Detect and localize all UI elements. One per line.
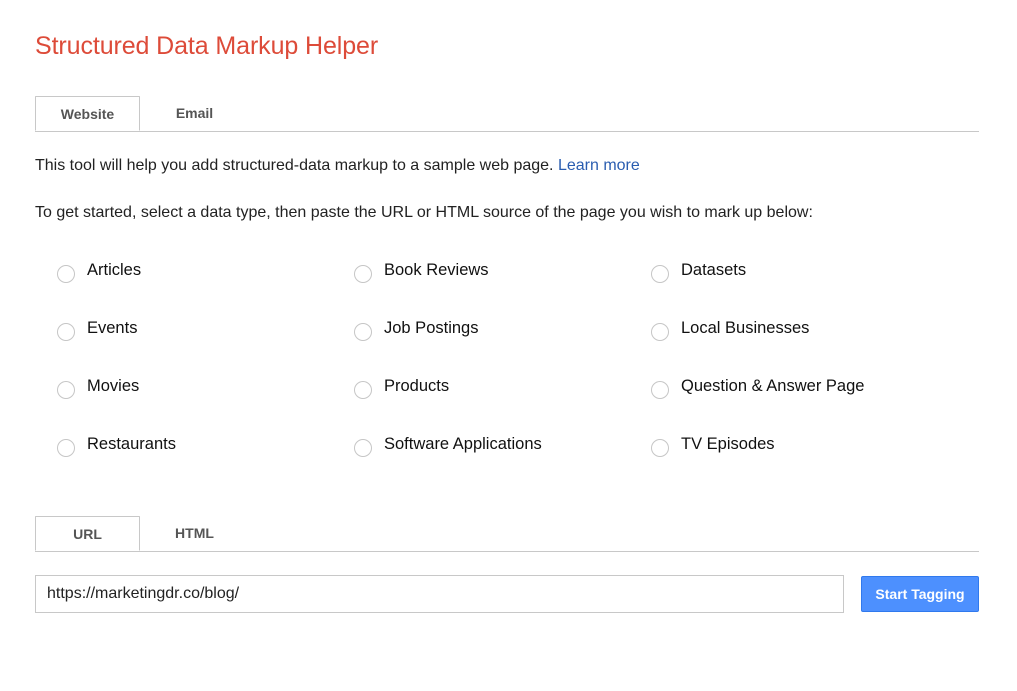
radio-button[interactable] [651, 381, 669, 399]
radio-label: Products [384, 377, 450, 395]
radio-button[interactable] [354, 323, 372, 341]
radio-label: Movies [87, 377, 140, 395]
radio-option-articles[interactable]: Articles [57, 260, 354, 318]
page-title: Structured Data Markup Helper [35, 32, 379, 60]
radio-label: Articles [87, 261, 142, 279]
radio-option-events[interactable]: Events [57, 318, 354, 376]
radio-label: Job Postings [384, 319, 479, 337]
tab-email[interactable]: Email [142, 96, 247, 130]
radio-button[interactable] [57, 323, 75, 341]
tab-html[interactable]: HTML [142, 516, 247, 550]
radio-option-local-businesses[interactable]: Local Businesses [651, 318, 948, 376]
radio-label: TV Episodes [681, 435, 775, 453]
learn-more-link[interactable]: Learn more [558, 157, 640, 174]
radio-option-products[interactable]: Products [354, 376, 651, 434]
radio-button[interactable] [651, 439, 669, 457]
radio-option-datasets[interactable]: Datasets [651, 260, 948, 318]
radio-button[interactable] [57, 265, 75, 283]
radio-label: Restaurants [87, 435, 176, 453]
radio-button[interactable] [354, 265, 372, 283]
intro-text: This tool will help you add structured-d… [35, 157, 640, 175]
start-tagging-button[interactable]: Start Tagging [861, 576, 979, 612]
radio-button[interactable] [651, 265, 669, 283]
radio-label: Local Businesses [681, 319, 810, 337]
intro-description: This tool will help you add structured-d… [35, 157, 554, 174]
tab-website[interactable]: Website [35, 96, 140, 131]
radio-option-software-applications[interactable]: Software Applications [354, 434, 651, 492]
tab-url[interactable]: URL [35, 516, 140, 551]
radio-label: Book Reviews [384, 261, 489, 279]
radio-label: Datasets [681, 261, 747, 279]
data-type-options: Articles Book Reviews Datasets Events Jo… [57, 260, 948, 492]
radio-option-job-postings[interactable]: Job Postings [354, 318, 651, 376]
radio-button[interactable] [651, 323, 669, 341]
radio-label: Software Applications [384, 435, 542, 453]
instructions-text: To get started, select a data type, then… [35, 204, 813, 221]
radio-option-tv-episodes[interactable]: TV Episodes [651, 434, 948, 492]
radio-button[interactable] [57, 439, 75, 457]
url-input[interactable] [35, 575, 844, 613]
radio-option-restaurants[interactable]: Restaurants [57, 434, 354, 492]
radio-option-book-reviews[interactable]: Book Reviews [354, 260, 651, 318]
radio-option-question-answer-page[interactable]: Question & Answer Page [651, 376, 948, 434]
input-tabs: URL HTML [35, 516, 979, 552]
radio-button[interactable] [354, 381, 372, 399]
radio-option-movies[interactable]: Movies [57, 376, 354, 434]
radio-button[interactable] [354, 439, 372, 457]
radio-label: Events [87, 319, 138, 337]
source-tabs: Website Email [35, 96, 979, 132]
radio-button[interactable] [57, 381, 75, 399]
radio-label: Question & Answer Page [681, 377, 865, 395]
